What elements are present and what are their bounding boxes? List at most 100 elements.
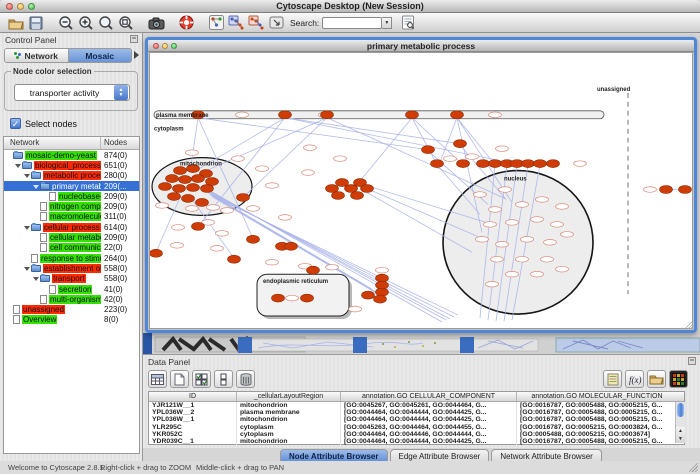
- gene-label-node[interactable]: [171, 243, 184, 249]
- tree-node-label[interactable]: metabolic process: [43, 171, 101, 180]
- gene-label-node[interactable]: [516, 256, 529, 262]
- unselect-attributes-icon[interactable]: [214, 370, 233, 388]
- gene-node[interactable]: [201, 185, 214, 193]
- tree-row[interactable]: mosaic-demo-yeast874(0): [4, 150, 139, 160]
- network-overlay-icon-1[interactable]: [227, 15, 245, 31]
- tree-node-label[interactable]: establishment of lo: [43, 264, 101, 273]
- gene-node[interactable]: [374, 295, 387, 303]
- tree-row[interactable]: multi-organism pro42(0): [4, 294, 139, 304]
- gene-node[interactable]: [182, 194, 195, 202]
- gene-label-node[interactable]: [221, 208, 234, 214]
- tree-node-label[interactable]: secretion: [58, 285, 92, 294]
- gene-label-node[interactable]: [207, 205, 220, 211]
- gene-label-node[interactable]: [172, 225, 185, 231]
- gene-label-node[interactable]: [544, 240, 557, 246]
- network-window-titlebar[interactable]: primary metabolic process: [148, 40, 694, 52]
- gene-node[interactable]: [174, 167, 187, 175]
- zoom-out-icon[interactable]: [57, 15, 75, 31]
- gene-label-node[interactable]: [216, 231, 229, 237]
- attribute-editor-icon[interactable]: [603, 370, 622, 388]
- tree-node-label[interactable]: cell communicat: [49, 243, 101, 252]
- column-header[interactable]: annotation.GO CELLULAR_COMPONENT: [341, 392, 517, 401]
- tabs-overflow-arrow-icon[interactable]: [134, 51, 139, 59]
- gene-label-node[interactable]: [186, 150, 199, 156]
- select-nodes-checkbox[interactable]: ✓: [10, 118, 21, 129]
- nucleus-compartment[interactable]: [443, 171, 593, 314]
- gene-label-node[interactable]: [496, 242, 509, 248]
- tree-row[interactable]: macromolecule311(0): [4, 212, 139, 222]
- new-attribute-icon[interactable]: [170, 370, 189, 388]
- tree-row[interactable]: biological_process651(0): [4, 160, 139, 170]
- gene-node[interactable]: [187, 184, 200, 192]
- gene-label-node[interactable]: [326, 264, 339, 270]
- tree-node-label[interactable]: unassigned: [22, 305, 65, 314]
- gene-node[interactable]: [457, 160, 470, 168]
- network-graph[interactable]: plasma membranecytoplasmmitochondrionnuc…: [150, 53, 692, 328]
- gene-label-node[interactable]: [516, 202, 529, 208]
- tab-mosaic[interactable]: Mosaic: [69, 49, 132, 62]
- gene-label-node[interactable]: [334, 156, 347, 162]
- gene-node[interactable]: [150, 249, 163, 257]
- gene-label-node[interactable]: [304, 145, 317, 151]
- network-canvas[interactable]: plasma membranecytoplasmmitochondrionnuc…: [149, 52, 693, 329]
- tree-node-label[interactable]: primary metabo: [52, 182, 101, 191]
- help-icon[interactable]: [177, 15, 195, 31]
- gene-label-node[interactable]: [236, 112, 249, 118]
- network-view-window[interactable]: primary metabolic process plasma membran…: [145, 37, 697, 333]
- column-header[interactable]: _cellularLayoutRegion: [237, 392, 341, 401]
- table-scrollbar[interactable]: ▲▼: [675, 402, 685, 443]
- gene-label-node[interactable]: [521, 237, 534, 243]
- background-windows-strip[interactable]: [143, 333, 700, 354]
- gene-node[interactable]: [406, 111, 419, 119]
- tree-node-label[interactable]: cellular process: [43, 223, 101, 232]
- gene-node[interactable]: [660, 186, 673, 194]
- edge[interactable]: [285, 118, 520, 165]
- scrollbar-arrows[interactable]: ▲▼: [675, 427, 685, 443]
- tree-column-nodes[interactable]: Nodes: [101, 137, 139, 149]
- tree-row[interactable]: metabolic process280(0): [4, 171, 139, 181]
- gene-node[interactable]: [192, 222, 205, 230]
- tree-row[interactable]: secretion41(0): [4, 284, 139, 294]
- gene-label-node[interactable]: [491, 256, 504, 262]
- gene-label-node[interactable]: [561, 232, 574, 238]
- tree-node-label[interactable]: nucleobase-: [58, 192, 101, 201]
- gene-label-node[interactable]: [556, 204, 569, 210]
- gene-node[interactable]: [547, 160, 560, 168]
- gene-node[interactable]: [272, 294, 285, 302]
- gene-node[interactable]: [679, 186, 692, 194]
- table-row[interactable]: YPL036W__2plasma membrane[GO:0044464, GO…: [149, 409, 684, 416]
- gene-node[interactable]: [321, 111, 334, 119]
- gene-node[interactable]: [196, 198, 209, 206]
- gene-label-node[interactable]: [489, 207, 502, 213]
- advanced-search-icon[interactable]: [399, 15, 417, 31]
- tree-row[interactable]: unassigned223(0): [4, 304, 139, 314]
- gene-label-node[interactable]: [266, 259, 279, 265]
- select-attributes-icon[interactable]: [192, 370, 211, 388]
- gene-label-node[interactable]: [256, 166, 269, 172]
- tree-row[interactable]: cellular metabo209(0): [4, 232, 139, 242]
- gene-node[interactable]: [332, 191, 345, 199]
- gene-node[interactable]: [454, 140, 467, 148]
- gene-label-node[interactable]: [496, 146, 509, 152]
- gene-label-node[interactable]: [466, 154, 479, 160]
- gene-label-node[interactable]: [551, 222, 564, 228]
- tree-row[interactable]: primary metabo209(...: [4, 181, 139, 191]
- gene-node[interactable]: [376, 288, 389, 296]
- tree-node-label[interactable]: response to stimulu: [40, 254, 101, 263]
- gene-label-node[interactable]: [474, 192, 487, 198]
- gene-node[interactable]: [285, 242, 298, 250]
- tree-row[interactable]: response to stimulu264(0): [4, 253, 139, 263]
- tree-node-label[interactable]: macromolecule: [49, 212, 101, 221]
- tree-node-label[interactable]: mosaic-demo-yeast: [25, 151, 97, 160]
- tree-row[interactable]: establishment of lo558(0): [4, 263, 139, 273]
- plasma-membrane-compartment[interactable]: [154, 111, 604, 119]
- gene-node[interactable]: [361, 185, 374, 193]
- gene-node[interactable]: [279, 111, 292, 119]
- open-file-icon[interactable]: [7, 15, 25, 31]
- tree-row[interactable]: Overview8(0): [4, 315, 139, 325]
- gene-label-node[interactable]: [486, 281, 499, 287]
- expander-icon[interactable]: [24, 265, 31, 272]
- app-resize-grip[interactable]: [689, 463, 698, 472]
- gene-label-node[interactable]: [279, 215, 292, 221]
- app-titlebar[interactable]: Cytoscape Desktop (New Session): [0, 0, 700, 13]
